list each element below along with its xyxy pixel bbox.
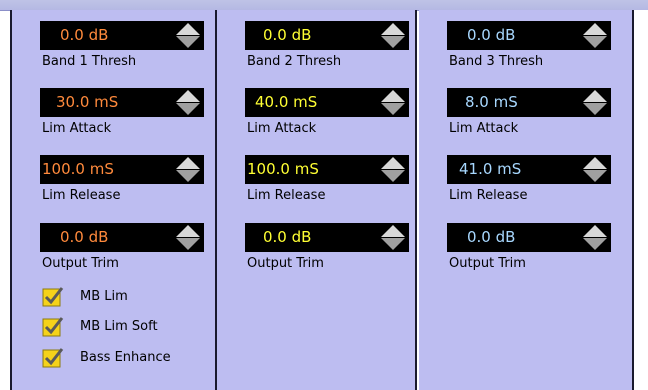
up-down-arrow-icon[interactable] (580, 21, 610, 50)
band-1-column: 0.0 dB Band 1 Thresh 30.0 mS Lim Attack … (10, 10, 217, 390)
band-1-thresh-label: Band 1 Thresh (42, 54, 137, 69)
band-2-column: 0.0 dB Band 2 Thresh 40.0 mS Lim Attack … (217, 10, 417, 390)
band-3-release-label: Lim Release (449, 188, 528, 203)
band-3-trim-value: 0.0 dB (467, 228, 516, 246)
up-down-arrow-icon[interactable] (173, 223, 203, 252)
up-down-arrow-icon[interactable] (378, 21, 408, 50)
multiband-limiter-panel: 0.0 dB Band 1 Thresh 30.0 mS Lim Attack … (0, 0, 648, 390)
up-down-arrow-icon[interactable] (378, 155, 408, 184)
band-3-attack-label: Lim Attack (449, 121, 519, 136)
checkmark-icon[interactable] (42, 348, 64, 368)
up-down-arrow-icon[interactable] (580, 88, 610, 117)
band-3-release-value: 41.0 mS (459, 160, 522, 178)
mb-lim-label: MB Lim (80, 289, 128, 304)
band-1-attack-label: Lim Attack (42, 121, 112, 136)
right-margin (634, 10, 648, 390)
band-1-release-value: 100.0 mS (42, 160, 114, 178)
up-down-arrow-icon[interactable] (173, 21, 203, 50)
up-down-arrow-icon[interactable] (173, 155, 203, 184)
up-down-arrow-icon[interactable] (580, 223, 610, 252)
band-1-trim-label: Output Trim (42, 256, 119, 271)
up-down-arrow-icon[interactable] (378, 88, 408, 117)
band-3-thresh-value: 0.0 dB (467, 26, 516, 44)
band-2-attack-label: Lim Attack (247, 121, 317, 136)
band-1-trim-value: 0.0 dB (60, 228, 109, 246)
up-down-arrow-icon[interactable] (580, 155, 610, 184)
band-2-attack-value: 40.0 mS (255, 93, 318, 111)
band-2-trim-value: 0.0 dB (263, 228, 312, 246)
bass-enhance-label: Bass Enhance (80, 350, 171, 365)
band-3-thresh-label: Band 3 Thresh (449, 54, 544, 69)
band-3-attack-value: 8.0 mS (465, 93, 518, 111)
band-3-trim-label: Output Trim (449, 256, 526, 271)
up-down-arrow-icon[interactable] (378, 223, 408, 252)
band-1-release-label: Lim Release (42, 188, 121, 203)
checkmark-icon[interactable] (42, 287, 64, 307)
band-2-release-value: 100.0 mS (247, 160, 319, 178)
band-3-column: 0.0 dB Band 3 Thresh 8.0 mS Lim Attack 4… (419, 10, 634, 390)
up-down-arrow-icon[interactable] (173, 88, 203, 117)
band-2-thresh-value: 0.0 dB (263, 26, 312, 44)
band-1-thresh-value: 0.0 dB (60, 26, 109, 44)
mb-lim-soft-label: MB Lim Soft (80, 319, 158, 334)
checkmark-icon[interactable] (42, 317, 64, 337)
band-2-trim-label: Output Trim (247, 256, 324, 271)
band-2-release-label: Lim Release (247, 188, 326, 203)
band-2-thresh-label: Band 2 Thresh (247, 54, 342, 69)
band-1-attack-value: 30.0 mS (56, 93, 119, 111)
